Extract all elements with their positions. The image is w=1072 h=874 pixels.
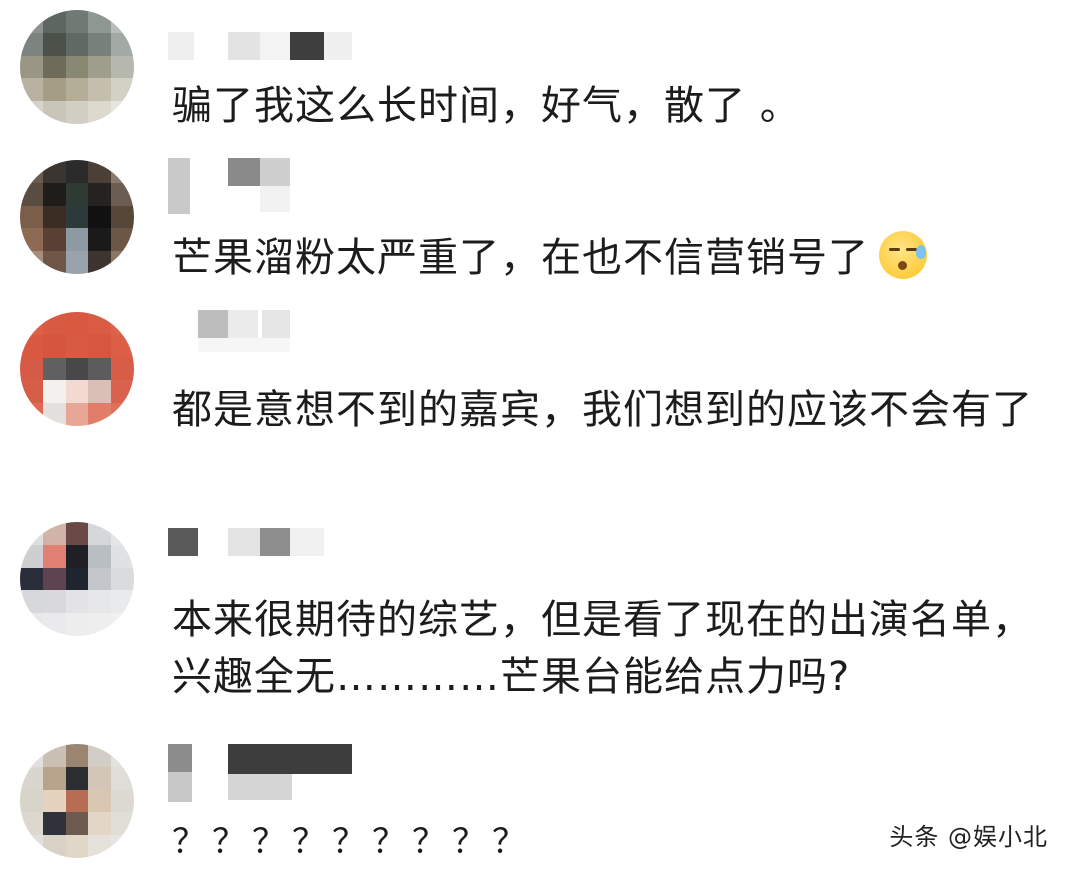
- avatar[interactable]: [20, 160, 134, 274]
- sleepy-sweat-emoji-icon: [879, 231, 927, 279]
- comment-text: 本来很期待的综艺，但是看了现在的出演名单，兴趣全无…………芒果台能给点力吗?: [172, 597, 1033, 700]
- username-blurred[interactable]: [166, 740, 356, 802]
- comment-text: 芒果溜粉太严重了，在也不信营销号了: [172, 230, 1052, 287]
- avatar[interactable]: [20, 312, 134, 426]
- comment-text: 都是意想不到的嘉宾，我们想到的应该不会有了: [172, 387, 1033, 433]
- username-blurred[interactable]: [166, 304, 356, 352]
- comment-text-content: 芒果溜粉太严重了，在也不信营销号了: [172, 235, 869, 281]
- username-blurred[interactable]: [166, 154, 356, 214]
- avatar[interactable]: [20, 10, 134, 124]
- comment-text: 骗了我这么长时间，好气，散了 。: [172, 83, 801, 129]
- username-blurred[interactable]: [166, 26, 356, 72]
- avatar[interactable]: [20, 744, 134, 858]
- watermark-text: 头条 @娱小北: [889, 823, 1048, 851]
- username-blurred[interactable]: [166, 522, 356, 568]
- avatar[interactable]: [20, 522, 134, 636]
